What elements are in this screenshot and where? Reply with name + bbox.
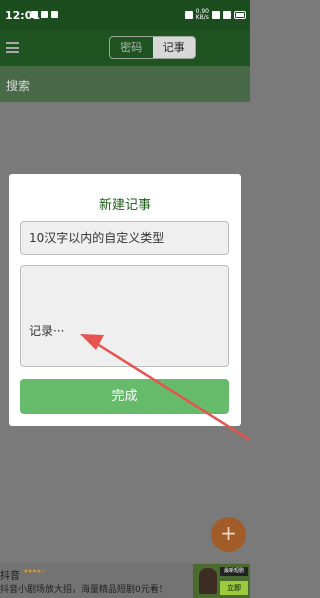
ad-description: 抖音小剧场放大招，海量精品短剧0元看！ bbox=[0, 585, 168, 595]
new-note-dialog: 新建记事 10汉字以内的自定义类型 记录··· 完成 bbox=[9, 174, 241, 426]
notification-icon bbox=[51, 11, 58, 18]
add-button[interactable]: + bbox=[211, 517, 246, 552]
note-input[interactable]: 记录··· bbox=[20, 265, 229, 367]
tab-switch: 密码 记事 bbox=[109, 36, 196, 59]
ad-rating-stars: ★★★★☆ bbox=[23, 568, 46, 575]
ad-banner[interactable]: 抖音 ★★★★☆ 抖音小剧场放大招，海量精品短剧0元看！ 最新短剧 立即 bbox=[0, 563, 250, 598]
sim-icon bbox=[212, 11, 220, 19]
done-button[interactable]: 完成 bbox=[20, 379, 229, 414]
status-bar: 12:01 0.90 KB/s bbox=[0, 0, 250, 30]
wifi-icon bbox=[223, 11, 231, 19]
ad-thumbnail[interactable]: 最新短剧 立即 bbox=[193, 564, 250, 598]
tab-notes[interactable]: 记事 bbox=[152, 37, 195, 58]
notification-icon bbox=[31, 11, 38, 18]
net-speed: 0.90 KB/s bbox=[195, 8, 209, 21]
ad-cta-button[interactable]: 立即 bbox=[220, 581, 248, 595]
type-input[interactable]: 10汉字以内的自定义类型 bbox=[20, 221, 229, 255]
ad-image bbox=[199, 568, 217, 594]
ad-app-name: 抖音 bbox=[0, 571, 20, 582]
tab-password[interactable]: 密码 bbox=[110, 37, 153, 58]
toolbar: 密码 记事 bbox=[0, 30, 250, 66]
search-label: 搜索 bbox=[6, 79, 31, 93]
note-placeholder: 记录··· bbox=[29, 324, 65, 338]
menu-icon[interactable] bbox=[6, 42, 19, 53]
notification-icon bbox=[41, 11, 48, 18]
battery-icon bbox=[234, 11, 246, 19]
mute-icon bbox=[184, 11, 193, 19]
dialog-title: 新建记事 bbox=[98, 198, 151, 213]
search-bar[interactable]: 搜索 bbox=[0, 66, 250, 102]
notification-icons bbox=[31, 11, 58, 18]
ad-tag: 最新短剧 bbox=[220, 567, 248, 576]
status-right-icons: 0.90 KB/s bbox=[184, 8, 246, 21]
